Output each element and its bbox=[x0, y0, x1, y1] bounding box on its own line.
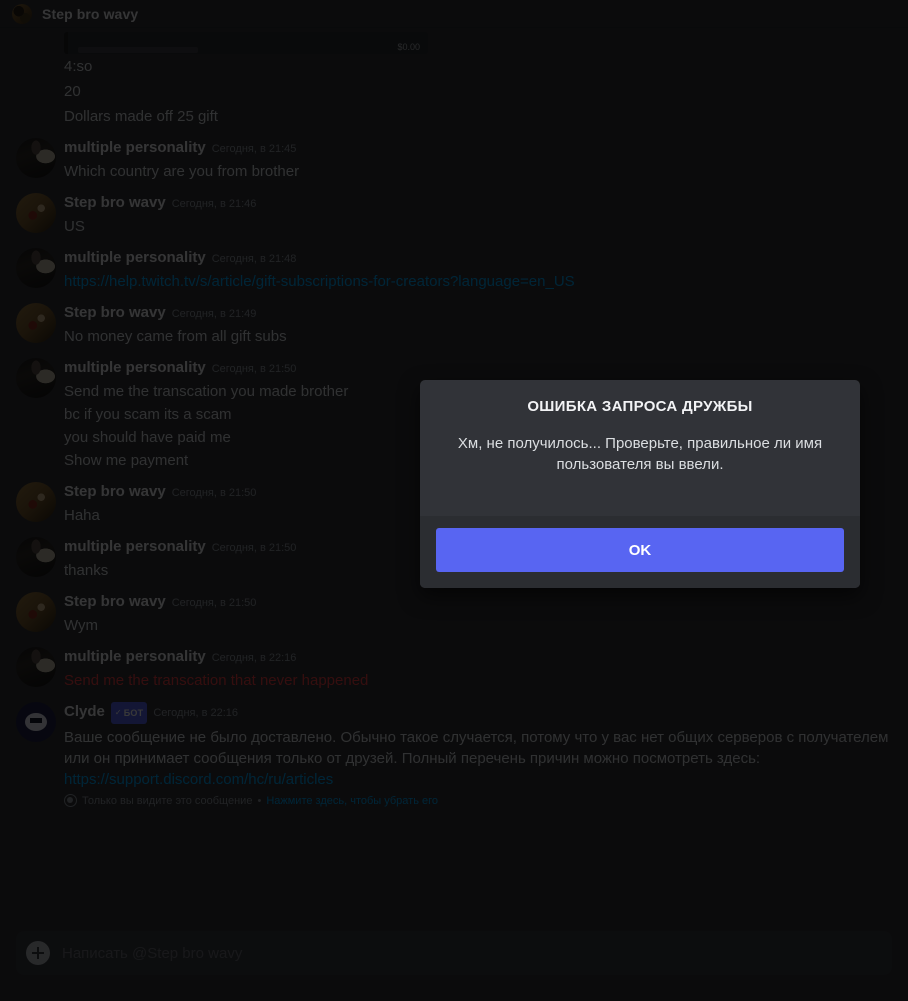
modal-footer: OK bbox=[420, 516, 860, 588]
ok-button[interactable]: OK bbox=[436, 528, 844, 572]
friend-request-error-modal: ОШИБКА ЗАПРОСА ДРУЖБЫ Хм, не получилось.… bbox=[420, 380, 860, 588]
modal-title: ОШИБКА ЗАПРОСА ДРУЖБЫ bbox=[527, 398, 753, 415]
modal-scrim[interactable]: ОШИБКА ЗАПРОСА ДРУЖБЫ Хм, не получилось.… bbox=[0, 0, 908, 1001]
modal-body: ОШИБКА ЗАПРОСА ДРУЖБЫ Хм, не получилось.… bbox=[420, 380, 860, 516]
modal-message: Хм, не получилось... Проверьте, правильн… bbox=[457, 435, 823, 473]
